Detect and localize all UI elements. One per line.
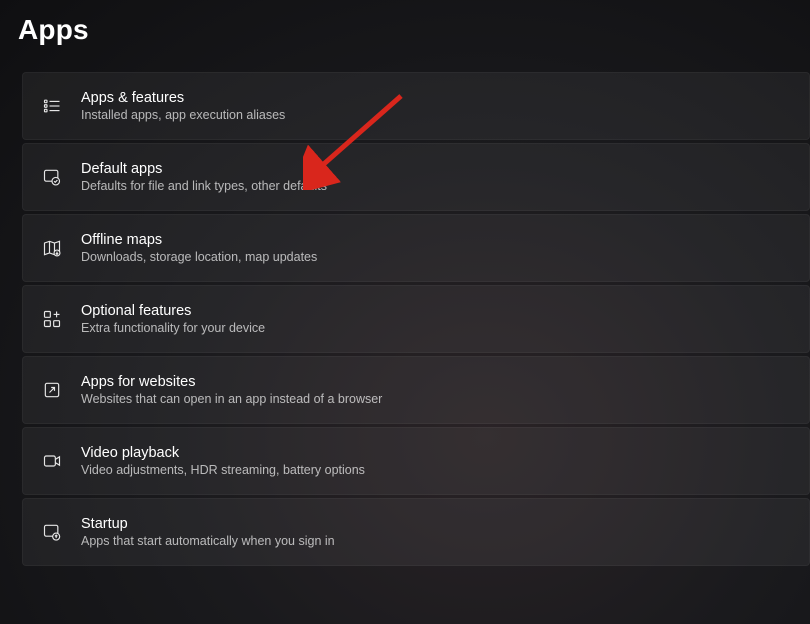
card-title: Apps for websites: [81, 374, 382, 390]
card-title: Offline maps: [81, 232, 317, 248]
optional-features-icon: [41, 308, 63, 330]
card-offline-maps[interactable]: Offline maps Downloads, storage location…: [22, 214, 810, 282]
card-text: Apps for websites Websites that can open…: [81, 374, 382, 406]
card-title: Video playback: [81, 445, 365, 461]
card-startup[interactable]: Startup Apps that start automatically wh…: [22, 498, 810, 566]
card-subtitle: Defaults for file and link types, other …: [81, 179, 327, 193]
card-apps-and-features[interactable]: Apps & features Installed apps, app exec…: [22, 72, 810, 140]
list-icon: [41, 95, 63, 117]
card-subtitle: Downloads, storage location, map updates: [81, 250, 317, 264]
card-apps-for-websites[interactable]: Apps for websites Websites that can open…: [22, 356, 810, 424]
card-text: Default apps Defaults for file and link …: [81, 161, 327, 193]
card-title: Optional features: [81, 303, 265, 319]
video-icon: [41, 450, 63, 472]
apps-settings-list: Apps & features Installed apps, app exec…: [0, 72, 810, 566]
page-title: Apps: [0, 0, 810, 46]
card-text: Optional features Extra functionality fo…: [81, 303, 265, 335]
startup-icon: [41, 521, 63, 543]
card-subtitle: Websites that can open in an app instead…: [81, 392, 382, 406]
card-text: Video playback Video adjustments, HDR st…: [81, 445, 365, 477]
card-video-playback[interactable]: Video playback Video adjustments, HDR st…: [22, 427, 810, 495]
card-subtitle: Installed apps, app execution aliases: [81, 108, 285, 122]
default-apps-icon: [41, 166, 63, 188]
card-title: Default apps: [81, 161, 327, 177]
card-title: Startup: [81, 516, 335, 532]
card-text: Offline maps Downloads, storage location…: [81, 232, 317, 264]
card-text: Apps & features Installed apps, app exec…: [81, 90, 285, 122]
card-default-apps[interactable]: Default apps Defaults for file and link …: [22, 143, 810, 211]
map-icon: [41, 237, 63, 259]
card-subtitle: Apps that start automatically when you s…: [81, 534, 335, 548]
card-optional-features[interactable]: Optional features Extra functionality fo…: [22, 285, 810, 353]
card-text: Startup Apps that start automatically wh…: [81, 516, 335, 548]
card-title: Apps & features: [81, 90, 285, 106]
card-subtitle: Extra functionality for your device: [81, 321, 265, 335]
card-subtitle: Video adjustments, HDR streaming, batter…: [81, 463, 365, 477]
open-external-icon: [41, 379, 63, 401]
